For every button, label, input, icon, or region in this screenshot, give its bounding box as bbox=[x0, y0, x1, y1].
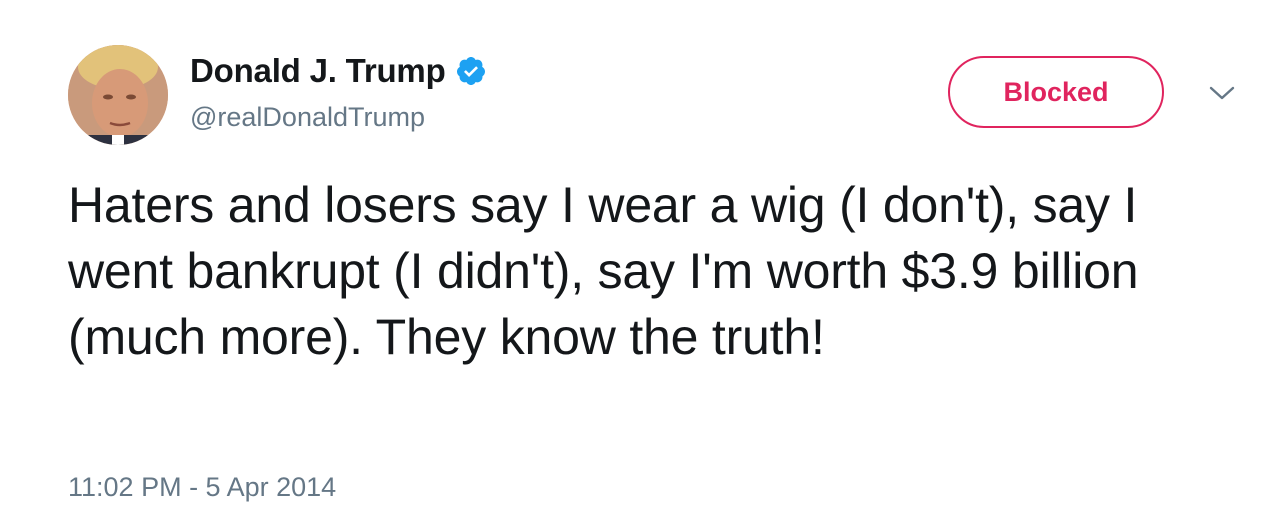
tweet-timestamp[interactable]: 11:02 PM - 5 Apr 2014 bbox=[68, 472, 336, 503]
author-handle[interactable]: @realDonaldTrump bbox=[190, 102, 425, 133]
chevron-down-icon[interactable] bbox=[1207, 80, 1237, 106]
author-display-name[interactable]: Donald J. Trump bbox=[190, 52, 446, 90]
tweet-card: Donald J. Trump @realDonaldTrump Blocked… bbox=[0, 0, 1288, 527]
avatar-image bbox=[68, 45, 168, 145]
author-avatar[interactable] bbox=[68, 45, 168, 145]
verified-badge-icon bbox=[455, 55, 487, 87]
author-name-row: Donald J. Trump bbox=[190, 49, 487, 93]
tweet-text: Haters and losers say I wear a wig (I do… bbox=[68, 177, 1139, 365]
blocked-button[interactable]: Blocked bbox=[948, 56, 1164, 128]
